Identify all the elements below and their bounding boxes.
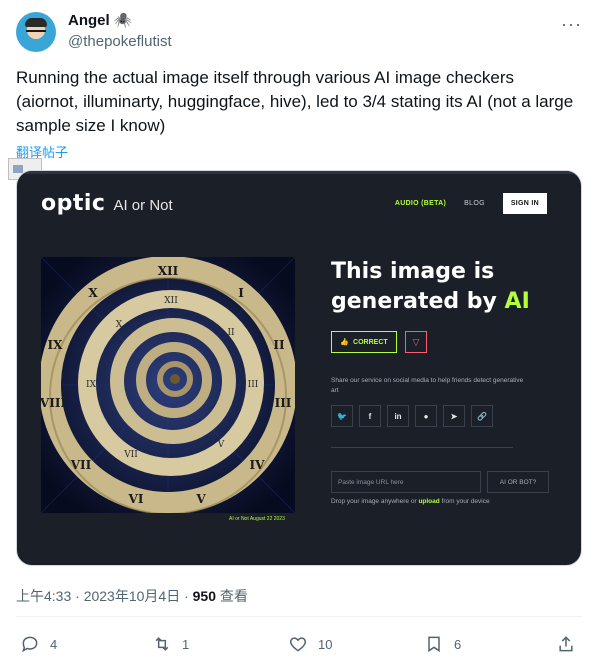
svg-text:II: II bbox=[227, 328, 235, 338]
separator bbox=[16, 616, 582, 617]
svg-text:IX: IX bbox=[86, 380, 97, 390]
image-url-input[interactable] bbox=[331, 471, 481, 493]
svg-text:XII: XII bbox=[158, 264, 179, 278]
drop-prefix: Drop your image anywhere or bbox=[331, 498, 419, 505]
avatar-hair bbox=[25, 18, 47, 27]
bookmark-count: 6 bbox=[454, 636, 462, 652]
svg-text:V: V bbox=[217, 440, 225, 450]
drop-suffix: from your device bbox=[439, 498, 490, 505]
spiral-clock-artwork: XII I II III IV V VI VII VIII IX X XII II III V VI… bbox=[41, 257, 295, 513]
retweet-button[interactable]: 1 bbox=[152, 634, 189, 654]
svg-text:V: V bbox=[195, 492, 206, 506]
drop-instructions: Drop your image anywhere or upload from … bbox=[331, 498, 490, 505]
link-icon[interactable]: 🔗 bbox=[471, 405, 493, 427]
nav-blog-link[interactable]: BLOG bbox=[464, 200, 485, 207]
twitter-icon[interactable]: 🐦 bbox=[331, 405, 353, 427]
media-image[interactable]: optic AI or Not AUDIO (BETA) BLOG SIGN I… bbox=[16, 170, 582, 566]
reply-button[interactable]: 4 bbox=[20, 634, 57, 654]
svg-text:X: X bbox=[116, 320, 123, 330]
spider-emoji-icon: 🕷️ bbox=[113, 12, 133, 29]
svg-text:VI: VI bbox=[128, 492, 144, 506]
divider bbox=[331, 447, 513, 448]
thumbs-up-icon: 👍 bbox=[340, 339, 350, 346]
svg-text:X: X bbox=[88, 286, 98, 300]
svg-text:IV: IV bbox=[250, 458, 266, 472]
like-count: 10 bbox=[318, 636, 333, 652]
incorrect-button[interactable]: ▽ bbox=[405, 331, 427, 353]
ai-or-bot-button[interactable]: AI OR BOT? bbox=[487, 471, 549, 493]
svg-text:XII: XII bbox=[164, 296, 178, 306]
tweet-header: Angel 🕷️ @thepokeflutist ··· bbox=[16, 12, 582, 54]
name-row: Angel 🕷️ bbox=[68, 12, 132, 29]
share-text: Share our service on social media to hel… bbox=[331, 377, 524, 394]
reply-icon bbox=[22, 636, 38, 653]
share-icon bbox=[559, 636, 573, 652]
avatar[interactable] bbox=[16, 12, 56, 52]
share-button[interactable] bbox=[556, 634, 576, 654]
nav-audio-link[interactable]: AUDIO (BETA) bbox=[395, 200, 446, 207]
user-handle[interactable]: @thepokeflutist bbox=[68, 33, 172, 50]
headline-text: This image is generated by bbox=[331, 259, 505, 314]
bookmark-button[interactable]: 6 bbox=[424, 634, 461, 654]
site-nav: AUDIO (BETA) BLOG SIGN IN bbox=[395, 193, 547, 214]
art-caption: AI or Not August 22 2023 bbox=[229, 516, 285, 522]
svg-text:VII: VII bbox=[123, 450, 138, 460]
headline-ai: AI bbox=[504, 289, 530, 314]
thumbs-down-icon: ▽ bbox=[412, 336, 420, 347]
more-options-icon[interactable]: ··· bbox=[561, 14, 582, 35]
social-share-row: 🐦 f in ● ➤ 🔗 bbox=[331, 405, 493, 427]
views-count: 950 bbox=[192, 588, 216, 604]
tweet-text: Running the actual image itself through … bbox=[16, 68, 574, 135]
svg-text:VIII: VIII bbox=[41, 396, 66, 410]
linkedin-icon[interactable]: in bbox=[387, 405, 409, 427]
action-bar: 4 1 10 6 bbox=[16, 630, 582, 662]
optic-logo[interactable]: optic AI or Not bbox=[41, 191, 173, 216]
retweet-icon bbox=[155, 637, 169, 651]
result-headline: This image is generated by AI bbox=[331, 257, 561, 317]
heart-icon bbox=[289, 637, 307, 652]
retweet-count: 1 bbox=[182, 636, 190, 652]
media-topbar bbox=[17, 171, 581, 174]
svg-text:VII: VII bbox=[70, 458, 92, 472]
svg-text:III: III bbox=[248, 380, 259, 390]
views-label: 查看 bbox=[216, 588, 248, 604]
upload-link[interactable]: upload bbox=[418, 498, 439, 505]
logo-word: optic bbox=[41, 191, 106, 216]
spiral-clock-illustration: XIIIII IIIIVV VIVIIVIII IXX XIIIIIII VVI… bbox=[41, 257, 295, 513]
facebook-icon[interactable]: f bbox=[359, 405, 381, 427]
telegram-icon[interactable]: ➤ bbox=[443, 405, 465, 427]
correct-button[interactable]: 👍 CORRECT bbox=[331, 331, 397, 353]
logo-tagline: AI or Not bbox=[113, 197, 173, 214]
correct-label: CORRECT bbox=[353, 338, 388, 346]
svg-text:I: I bbox=[238, 286, 244, 300]
sign-in-button[interactable]: SIGN IN bbox=[502, 193, 547, 214]
reddit-icon[interactable]: ● bbox=[415, 405, 437, 427]
display-name[interactable]: Angel bbox=[68, 12, 110, 29]
timestamp[interactable]: 上午4:33 · 2023年10月4日 · bbox=[16, 588, 193, 604]
svg-text:II: II bbox=[273, 338, 285, 352]
like-button[interactable]: 10 bbox=[288, 634, 332, 654]
svg-text:III: III bbox=[275, 396, 292, 410]
bookmark-icon bbox=[428, 636, 440, 653]
reply-count: 4 bbox=[50, 636, 58, 652]
avatar-glasses bbox=[26, 30, 46, 35]
svg-text:IX: IX bbox=[48, 338, 64, 352]
tweet-meta: 上午4:33 · 2023年10月4日 · 950 查看 bbox=[16, 586, 248, 606]
